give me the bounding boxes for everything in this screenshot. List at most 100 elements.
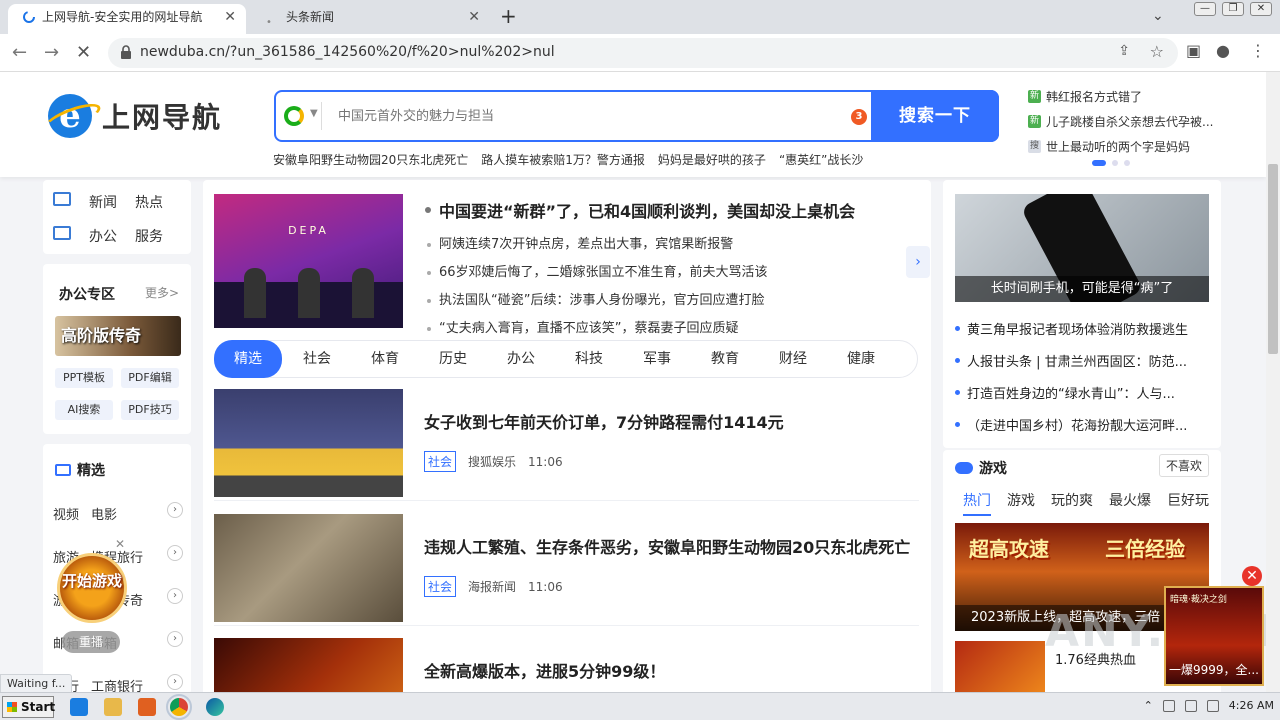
back-arrow-icon[interactable]: ←	[12, 42, 27, 63]
tab-games[interactable]: 游戏	[1007, 490, 1035, 516]
start-game-float-button[interactable]: 开始游戏	[57, 553, 127, 623]
tab-hot[interactable]: 热门	[963, 490, 991, 516]
close-tab-icon[interactable]: ✕	[468, 4, 480, 30]
hot-link[interactable]: 妈妈是最好哄的孩子	[658, 151, 766, 168]
news-item[interactable]: 全新高爆版本，进服5分钟99级！	[214, 638, 919, 692]
restore-button[interactable]: ❐	[1222, 2, 1244, 16]
stop-loading-icon[interactable]: ✕	[76, 42, 91, 63]
tab-toutiao-news[interactable]: • 头条新闻 ✕	[252, 4, 490, 34]
close-float-icon[interactable]: ✕	[115, 537, 125, 551]
news-item[interactable]: 女子收到七年前天价订单，7分钟路程需付1414元 社会 搜狐娱乐 11:06	[214, 389, 919, 501]
tab-category[interactable]: 历史	[419, 341, 487, 377]
tab-category[interactable]: 科技	[555, 341, 623, 377]
office-tag-ppt[interactable]: PPT模板	[55, 368, 113, 388]
tab-category[interactable]: 办公	[487, 341, 555, 377]
search-input[interactable]	[338, 104, 838, 128]
news-thumbnail-tiger[interactable]	[214, 514, 403, 622]
floating-game-ad[interactable]: 暗魂·裁决之剑 一爆9999，全...	[1164, 586, 1264, 686]
tab-category[interactable]: 财经	[759, 341, 827, 377]
chevron-right-icon[interactable]: ›	[167, 674, 183, 690]
hot-list-item[interactable]: 新儿子跳楼自杀父亲想去代孕被...	[1028, 109, 1228, 134]
minimize-button[interactable]: —	[1194, 2, 1216, 16]
office-tag-ai-search[interactable]: AI搜索	[55, 400, 113, 420]
tab-fun[interactable]: 玩的爽	[1051, 490, 1093, 516]
next-arrow-button[interactable]: ›	[906, 246, 930, 278]
hot-list-item[interactable]: 新韩红报名方式错了	[1028, 84, 1228, 109]
chevron-right-icon[interactable]: ›	[167, 588, 183, 604]
news-title[interactable]: 女子收到七年前天价订单，7分钟路程需付1414元	[424, 409, 784, 433]
folder-taskbar-icon[interactable]	[104, 698, 122, 716]
tab-category[interactable]: 健康	[827, 341, 895, 377]
lead-news-image[interactable]: DEPA	[214, 194, 403, 328]
close-ad-icon[interactable]: ✕	[1242, 566, 1262, 586]
chevron-right-icon[interactable]: ›	[167, 545, 183, 561]
news-thumbnail-game[interactable]	[214, 638, 403, 692]
media-player-taskbar-icon[interactable]	[138, 698, 156, 716]
featured-row[interactable]: 视频 电影 ›	[53, 502, 183, 523]
tab-category-featured[interactable]: 精选	[214, 340, 282, 378]
office-tag-pdf-edit[interactable]: PDF编辑	[121, 368, 179, 388]
start-button[interactable]: Start	[2, 696, 55, 718]
tray-flag-icon[interactable]	[1206, 699, 1219, 712]
lead-headline[interactable]: 中国要进“新群”了，已和4国顺利谈判，美国却没上桌机会	[425, 198, 905, 222]
site-logo[interactable]: e 上网导航	[48, 94, 222, 138]
hot-link[interactable]: 路人摸车被索赔1万？警方通报	[481, 151, 645, 168]
tab-hottest[interactable]: 最火爆	[1109, 490, 1151, 516]
featured-row[interactable]: 银行工商银行›	[53, 674, 183, 692]
nav-service-link[interactable]: 服务	[135, 226, 163, 246]
profile-avatar-icon[interactable]: ●	[1216, 41, 1230, 60]
tab-search-chevron-icon[interactable]: ⌄	[1152, 8, 1164, 24]
lead-news-item[interactable]: 执法国队“碰瓷”后续：涉事人身份曝光，官方回应遭打脸	[425, 287, 905, 315]
dislike-button[interactable]: 不喜欢	[1158, 454, 1209, 477]
lead-news-item[interactable]: “丈夫病入膏肓，直播不应该笑”，蔡磊妻子回应质疑	[425, 315, 905, 343]
right-news-item[interactable]: 黄三角早报记者现场体验消防救援逃生	[955, 319, 1209, 338]
address-bar[interactable]: newduba.cn/?un_361586_142560%20/f%20>nul…	[108, 38, 1178, 68]
clock[interactable]: 4:26 AM	[1229, 699, 1274, 712]
chrome-taskbar-icon[interactable]	[166, 694, 192, 720]
image-caption[interactable]: 长时间刷手机，可能是得“病”了	[955, 276, 1209, 302]
edge-taskbar-icon[interactable]	[206, 698, 224, 716]
nav-hot-link[interactable]: 热点	[135, 192, 163, 212]
chevron-right-icon[interactable]: ›	[167, 502, 183, 518]
small-game-thumbnail[interactable]	[955, 641, 1045, 692]
hot-link[interactable]: 安徽阜阳野生动物园20只东北虎死亡	[273, 151, 468, 168]
bookmark-star-icon[interactable]: ☆	[1150, 42, 1164, 61]
scrollbar-thumb[interactable]	[1268, 164, 1278, 354]
hot-list-item[interactable]: 搜世上最动听的两个字是妈妈	[1028, 134, 1228, 159]
featured-link[interactable]: 电影	[91, 504, 117, 523]
share-icon[interactable]: ⇪	[1118, 43, 1130, 59]
close-window-button[interactable]: ✕	[1250, 2, 1272, 16]
tab-category[interactable]: 社会	[283, 341, 351, 377]
tray-volume-icon[interactable]	[1184, 699, 1197, 712]
phone-news-image[interactable]: 长时间刷手机，可能是得“病”了	[955, 194, 1209, 302]
tab-category[interactable]: 教育	[691, 341, 759, 377]
tab-category[interactable]: 军事	[623, 341, 691, 377]
tray-network-icon[interactable]	[1162, 699, 1175, 712]
office-banner-ad[interactable]: 高阶版传奇	[55, 316, 181, 356]
tab-great[interactable]: 巨好玩	[1167, 490, 1209, 516]
forward-arrow-icon[interactable]: →	[44, 42, 59, 63]
search-engine-selector[interactable]: ▼	[282, 102, 322, 130]
nav-news-link[interactable]: 新闻	[89, 192, 117, 212]
featured-link[interactable]: 工商银行	[91, 676, 143, 692]
page-scrollbar[interactable]	[1266, 72, 1280, 692]
ie-taskbar-icon[interactable]	[70, 698, 88, 716]
search-button[interactable]: 搜索一下	[871, 90, 999, 142]
carousel-dot[interactable]	[1092, 160, 1106, 166]
right-news-item[interactable]: 人报甘头条 | 甘肃兰州西固区：防范...	[955, 351, 1209, 370]
lead-news-item[interactable]: 66岁邓婕后悔了，二婚嫁张国立不准生育，前夫大骂活该	[425, 259, 905, 287]
right-news-item[interactable]: 打造百姓身边的“绿水青山”：人与...	[955, 383, 1209, 402]
news-title[interactable]: 全新高爆版本，进服5分钟99级！	[424, 658, 665, 682]
carousel-dot[interactable]	[1112, 160, 1118, 166]
hot-link[interactable]: “惠英红”战长沙	[779, 151, 863, 168]
office-tag-pdf-tips[interactable]: PDF技巧	[121, 400, 179, 420]
lead-news-item[interactable]: 阿姨连续7次开钟点房，差点出大事，宾馆果断报警	[425, 231, 905, 259]
replay-button[interactable]: 重播	[62, 631, 120, 653]
nav-office-link[interactable]: 办公	[89, 226, 117, 246]
tab-category[interactable]: 体育	[351, 341, 419, 377]
right-news-item[interactable]: （走进中国乡村）花海扮靓大运河畔...	[955, 415, 1209, 434]
tray-arrow-icon[interactable]: ⌃	[1144, 699, 1153, 712]
side-panel-icon[interactable]: ▣	[1186, 41, 1201, 60]
news-item[interactable]: 违规人工繁殖、生存条件恶劣，安徽阜阳野生动物园20只东北虎死亡 社会 海报新闻 …	[214, 514, 919, 626]
menu-kebab-icon[interactable]: ⋮	[1250, 41, 1266, 60]
